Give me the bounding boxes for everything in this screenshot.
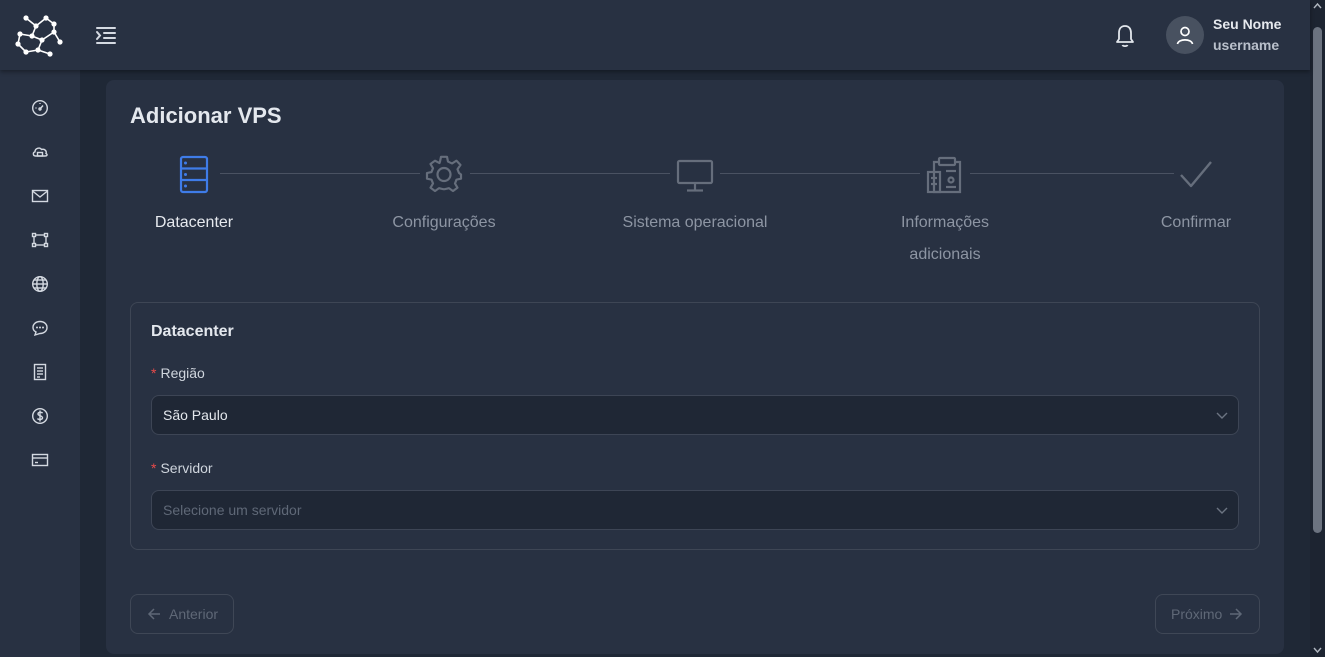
user-icon (1176, 26, 1194, 45)
datacenter-section: Datacenter * Região São Paulo * Servidor S… (130, 302, 1260, 550)
scroll-down-arrow-icon[interactable] (1313, 646, 1322, 654)
step-label: Datacenter (154, 214, 234, 231)
menu-toggle-icon[interactable] (94, 24, 118, 46)
step-datacenter[interactable]: Datacenter (114, 155, 274, 239)
anterior-label: Anterior (169, 606, 219, 622)
globe-icon (31, 275, 49, 293)
page-title: Adicionar VPS (130, 103, 282, 128)
sidebar-item-payments[interactable] (28, 448, 52, 472)
sidebar-item-dashboard[interactable] (28, 96, 52, 120)
bell-icon[interactable] (1113, 23, 1137, 49)
regiao-select[interactable]: São Paulo (151, 395, 1239, 435)
servidor-label: * Servidor (151, 460, 213, 476)
top-header: Seu Nome username (0, 0, 1310, 70)
arrow-left-icon (147, 608, 160, 620)
step-label: Informações adicionais (900, 214, 990, 263)
arrow-right-icon (1230, 608, 1243, 620)
sidebar-item-cloud[interactable] (28, 140, 52, 164)
monitor-icon (676, 159, 714, 192)
check-icon (1180, 161, 1212, 188)
step-label: Sistema operacional (622, 214, 768, 231)
avatar[interactable] (1166, 16, 1204, 54)
gear-icon (425, 155, 463, 193)
regiao-selected-value: São Paulo (163, 407, 228, 423)
mail-icon (31, 189, 49, 203)
step-label: Confirmar (1160, 214, 1232, 231)
step-sistema-operacional[interactable]: Sistema operacional (615, 155, 775, 239)
sidebar-item-mail[interactable] (28, 184, 52, 208)
sidebar-item-support[interactable] (28, 316, 52, 340)
logo[interactable] (12, 10, 68, 60)
document-icon (33, 363, 47, 381)
scroll-up-arrow-icon[interactable] (1313, 2, 1322, 10)
servidor-select[interactable]: Selecione um servidor (151, 490, 1239, 530)
add-vps-card: Adicionar VPS Datacenter Configurações S… (106, 80, 1284, 654)
chat-icon (32, 320, 48, 337)
section-title: Datacenter (151, 323, 234, 340)
proximo-button[interactable]: Próximo (1155, 594, 1260, 634)
sidebar-item-domains[interactable] (28, 272, 52, 296)
dollar-icon (31, 407, 49, 425)
credit-card-icon (31, 453, 49, 467)
network-icon (31, 232, 49, 248)
required-mark: * (151, 365, 157, 381)
scrollbar-thumb[interactable] (1313, 27, 1322, 533)
proximo-label: Próximo (1171, 606, 1223, 622)
servidor-label-text: Servidor (160, 460, 213, 476)
step-label: Configurações (392, 214, 496, 231)
chevron-down-icon (1216, 412, 1228, 419)
step-configuracoes[interactable]: Configurações (364, 155, 524, 239)
user-name: Seu Nome (1213, 16, 1282, 32)
clipboard-icon (926, 156, 962, 194)
regiao-label-text: Região (160, 365, 205, 381)
server-icon (179, 155, 209, 194)
sidebar (0, 70, 80, 657)
sidebar-item-invoices[interactable] (28, 360, 52, 384)
required-mark: * (151, 460, 157, 476)
regiao-label: * Região (151, 365, 205, 381)
servidor-placeholder: Selecione um servidor (163, 502, 302, 518)
dashboard-icon (31, 99, 49, 117)
sidebar-item-billing[interactable] (28, 404, 52, 428)
stepper: Datacenter Configurações Sistema operaci… (106, 155, 1284, 275)
cloud-icon (32, 147, 48, 157)
chevron-down-icon (1216, 507, 1228, 514)
user-menu[interactable]: Seu Nome username (1166, 14, 1306, 56)
step-confirmar[interactable]: Confirmar (1116, 155, 1276, 239)
user-login: username (1213, 37, 1280, 53)
sidebar-item-network[interactable] (28, 228, 52, 252)
anterior-button[interactable]: Anterior (130, 594, 234, 634)
step-informacoes-adicionais[interactable]: Informações adicionais (865, 155, 1025, 271)
